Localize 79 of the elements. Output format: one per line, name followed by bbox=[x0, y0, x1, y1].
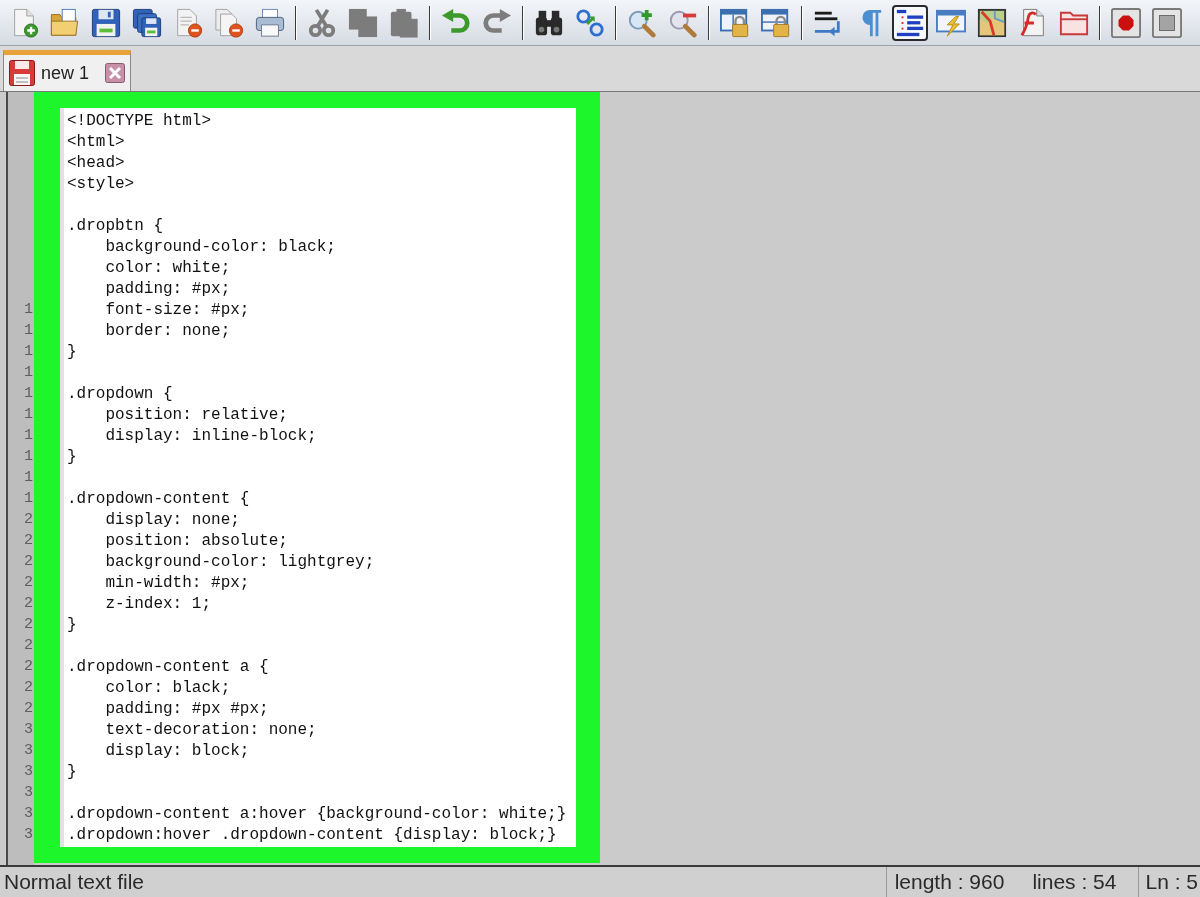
lines-label: lines : 54 bbox=[1032, 870, 1117, 894]
pages-minus-icon bbox=[214, 7, 244, 38]
printer-icon bbox=[255, 7, 285, 38]
code-line: padding: #px; bbox=[105, 279, 231, 298]
line-number: 1 bbox=[24, 364, 33, 381]
code-line: <!DOCTYPE html> bbox=[67, 111, 212, 130]
code-line: } bbox=[67, 447, 77, 466]
floppy-disks-icon bbox=[132, 7, 162, 38]
length-label: length : 960 bbox=[894, 870, 1005, 894]
line-number: 2 bbox=[24, 574, 33, 591]
code-line: padding: #px #px; bbox=[105, 699, 269, 718]
line-number: 1 bbox=[24, 448, 33, 465]
line-number: 1 bbox=[24, 427, 33, 444]
line-number: 2 bbox=[24, 637, 33, 654]
line-number: 2 bbox=[24, 658, 33, 675]
cursor-position-label: Ln : 5 bbox=[1145, 870, 1198, 894]
code-line: font-size: #px; bbox=[105, 300, 250, 319]
line-number: 3 bbox=[24, 763, 33, 780]
code-line: z-index: 1; bbox=[105, 594, 212, 613]
pages-icon bbox=[348, 7, 378, 38]
line-number: 3 bbox=[24, 721, 33, 738]
line-number: 2 bbox=[24, 532, 33, 549]
code-line: .dropdown { bbox=[67, 384, 173, 403]
code-line: display: inline-block; bbox=[105, 426, 317, 445]
line-number: 3 bbox=[24, 805, 33, 822]
close-icon[interactable] bbox=[105, 63, 125, 83]
file-type-label: Normal text file bbox=[4, 870, 145, 893]
line-number: 3 bbox=[24, 826, 33, 843]
line-number: 2 bbox=[24, 511, 33, 528]
indent-guide-button[interactable] bbox=[892, 4, 928, 41]
code-line: color: white; bbox=[105, 258, 231, 277]
window-lock-icon bbox=[761, 7, 791, 38]
scissors-icon bbox=[307, 7, 337, 38]
code-line: } bbox=[67, 342, 77, 361]
line-number: 3 bbox=[24, 742, 33, 759]
code-line: background-color: lightgrey; bbox=[105, 552, 375, 571]
code-line: position: relative; bbox=[105, 405, 288, 424]
line-number: 1 bbox=[24, 343, 33, 360]
code-line: <html> bbox=[67, 132, 125, 151]
code-line: display: none; bbox=[105, 510, 240, 529]
magnifier-plus-icon bbox=[627, 7, 657, 38]
code-line: .dropdown:hover .dropdown-content {display: block;} bbox=[67, 825, 557, 844]
code-line: <style> bbox=[67, 174, 135, 193]
record-icon bbox=[1111, 7, 1141, 38]
line-number: 1 bbox=[24, 322, 33, 339]
line-number: 1 bbox=[24, 385, 33, 402]
code-line: background-color: black; bbox=[105, 237, 336, 256]
code-line: display: block; bbox=[105, 741, 250, 760]
code-line: .dropdown-content { bbox=[67, 489, 250, 508]
line-number: 1 bbox=[24, 469, 33, 486]
line-number: 3 bbox=[24, 784, 33, 801]
folder-icon bbox=[50, 7, 80, 38]
window-lock-icon bbox=[720, 7, 750, 38]
window-lightning-icon bbox=[936, 7, 966, 38]
code-line: <head> bbox=[67, 153, 125, 172]
line-number: 2 bbox=[24, 595, 33, 612]
map-icon bbox=[977, 7, 1007, 38]
code-line: } bbox=[67, 615, 77, 634]
tab[interactable]: new 1 bbox=[3, 50, 131, 91]
code-line: min-width: #px; bbox=[105, 573, 250, 592]
line-number: 2 bbox=[24, 616, 33, 633]
indent-lines-icon bbox=[895, 7, 925, 38]
code-line: .dropdown-content a { bbox=[67, 657, 269, 676]
swap-icon bbox=[575, 7, 605, 38]
line-number: 2 bbox=[24, 553, 33, 570]
line-number: 2 bbox=[24, 700, 33, 717]
code-line: border: none; bbox=[105, 321, 231, 340]
code-line: position: absolute; bbox=[105, 531, 288, 550]
code-line: .dropbtn { bbox=[67, 216, 163, 235]
code-line: } bbox=[67, 762, 77, 781]
line-number: 1 bbox=[24, 406, 33, 423]
stop-icon bbox=[1152, 7, 1182, 38]
clipboard-icon bbox=[389, 7, 419, 38]
line-number: 1 bbox=[24, 301, 33, 318]
line-number: 2 bbox=[24, 679, 33, 696]
code-line: color: black; bbox=[105, 678, 231, 697]
code-line: text-decoration: none; bbox=[105, 720, 317, 739]
line-number: 1 bbox=[24, 490, 33, 507]
code-line: .dropdown-content a:hover {background-color: white;} bbox=[67, 804, 567, 823]
